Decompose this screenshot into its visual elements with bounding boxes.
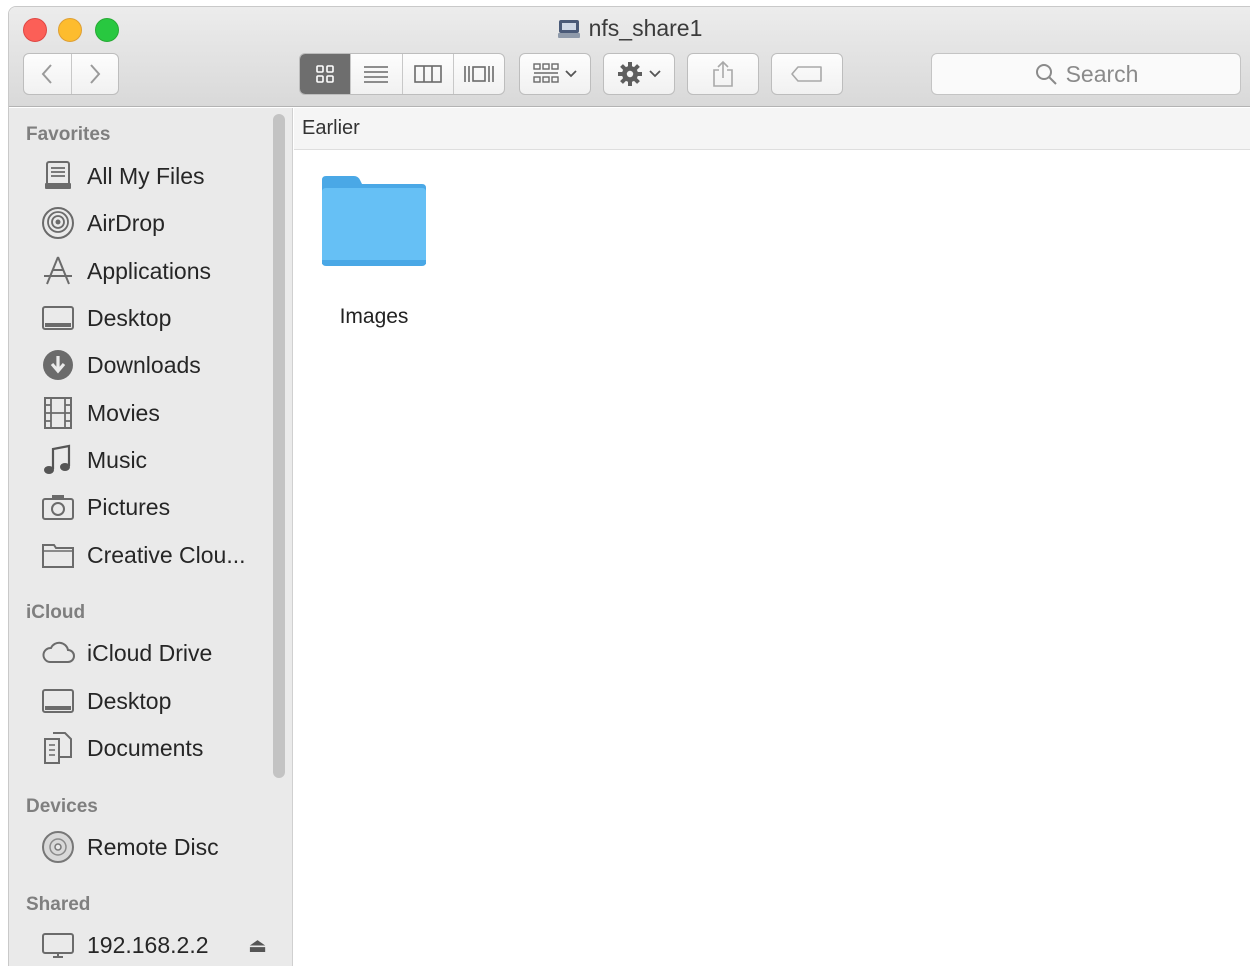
icon-view-icon (316, 65, 334, 83)
folder-icon (322, 176, 426, 266)
music-icon (44, 444, 71, 474)
list-view-icon (364, 66, 389, 83)
sidebar-scrollbar[interactable] (273, 114, 285, 778)
share-icon (713, 60, 733, 87)
sidebar-item-label: Remote Disc (87, 833, 219, 860)
file-browser: Earlier Images (294, 108, 1250, 966)
sidebar-item-label: Desktop (87, 304, 172, 331)
sidebar-item-label: AirDrop (87, 209, 165, 236)
icon-view-button[interactable] (300, 54, 351, 94)
sidebar-item-label: 192.168.2.2 (87, 931, 209, 958)
finder-window: nfs_share1 Search Favorites All My Files… (8, 6, 1250, 966)
forward-button[interactable] (70, 54, 118, 94)
search-placeholder: Search (1065, 60, 1139, 87)
column-view-button[interactable] (401, 54, 453, 94)
sidebar-item-airdrop[interactable]: AirDrop (41, 203, 267, 243)
sidebar-item-music[interactable]: Music (41, 440, 267, 480)
chevron-down-icon (565, 70, 577, 78)
sidebar-item-label: Documents (87, 734, 204, 761)
sidebar-item-label: Applications (87, 257, 212, 284)
sidebar-item-movies[interactable]: Movies (41, 393, 267, 433)
sidebar-item-label: Movies (87, 399, 160, 426)
arrange-menu-button[interactable] (519, 53, 591, 95)
network-drive-icon (557, 19, 580, 38)
sidebar-section-icloud: iCloud (26, 602, 86, 623)
back-forward-group (23, 53, 119, 95)
sidebar-item-label: Desktop (87, 687, 172, 714)
sidebar-item-label: All My Files (87, 162, 205, 189)
sidebar-item-icloud-desktop[interactable]: Desktop (41, 681, 267, 721)
sidebar-item-desktop[interactable]: Desktop (41, 298, 267, 338)
cloud-icon (42, 641, 75, 663)
action-menu-button[interactable] (603, 53, 675, 95)
cover-flow-button[interactable] (452, 54, 504, 94)
sidebar-item-remote-disc[interactable]: Remote Disc (41, 827, 267, 867)
eject-icon[interactable]: ⏏ (248, 933, 267, 958)
desktop-icon (42, 689, 74, 713)
toolbar: nfs_share1 Search (9, 7, 1250, 107)
sidebar-item-all-my-files[interactable]: All My Files (41, 156, 267, 196)
movies-icon (44, 397, 72, 429)
applications-icon (44, 256, 72, 285)
tag-button[interactable] (771, 53, 843, 95)
sidebar-item-label: Downloads (87, 351, 201, 378)
search-icon (1035, 64, 1057, 85)
downloads-icon (43, 350, 73, 380)
search-field[interactable]: Search (931, 53, 1241, 95)
folder-item-name: Images (339, 305, 409, 328)
folder-icon (42, 544, 74, 568)
column-view-icon (413, 65, 442, 83)
sidebar-item-documents[interactable]: Documents (41, 728, 267, 768)
window-title: nfs_share1 (9, 15, 1250, 42)
sidebar-section-shared: Shared (26, 894, 91, 915)
sidebar-section-devices: Devices (26, 796, 98, 817)
sidebar-item-creative-cloud[interactable]: Creative Clou... (41, 535, 267, 575)
window-title-text: nfs_share1 (588, 15, 703, 41)
sidebar-item-downloads[interactable]: Downloads (41, 345, 267, 385)
sidebar-item-label: Pictures (87, 493, 171, 520)
back-button[interactable] (24, 54, 71, 94)
documents-icon (44, 732, 72, 764)
sidebar-section-favorites: Favorites (26, 124, 111, 145)
arrange-icon (533, 63, 559, 83)
pictures-icon (42, 495, 74, 520)
server-icon (42, 933, 74, 958)
sidebar-item-label: Creative Clou... (87, 541, 246, 568)
sidebar-item-pictures[interactable]: Pictures (41, 487, 267, 527)
tag-icon (791, 66, 822, 82)
list-view-button[interactable] (350, 54, 401, 94)
sidebar-item-label: iCloud Drive (87, 639, 213, 666)
sidebar-item-server[interactable]: 192.168.2.2 ⏏ (41, 925, 267, 965)
all-my-files-icon (45, 161, 71, 189)
sidebar-item-label: Music (87, 446, 148, 473)
disc-icon (42, 831, 74, 863)
sidebar: Favorites All My Files AirDrop Applicati… (9, 108, 293, 966)
view-mode-group (299, 53, 505, 95)
sidebar-item-applications[interactable]: Applications (41, 251, 267, 291)
airdrop-icon (42, 207, 74, 239)
folder-item[interactable]: Images (314, 174, 434, 329)
chevron-right-icon (90, 64, 101, 84)
group-header-earlier: Earlier (294, 108, 1250, 150)
chevron-left-icon (42, 64, 53, 84)
share-button[interactable] (687, 53, 759, 95)
gear-icon (618, 62, 642, 86)
desktop-icon (42, 306, 74, 330)
chevron-down-icon (649, 70, 661, 78)
sidebar-item-icloud-drive[interactable]: iCloud Drive (41, 633, 267, 673)
cover-flow-icon (464, 66, 494, 82)
